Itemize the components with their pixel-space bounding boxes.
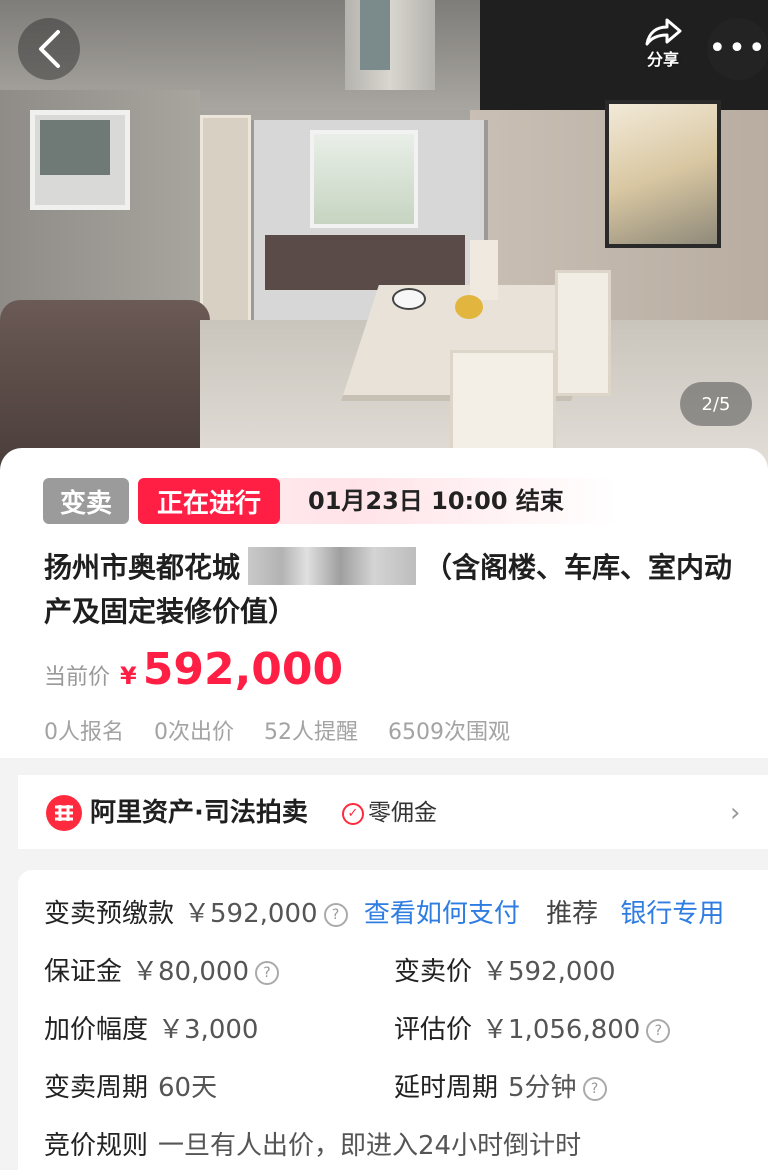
chevron-right-icon: › — [730, 798, 741, 828]
auction-info-card: 变卖 正在进行 01月23日 10:00 结束 扬州市奥都花城 （含阁楼、车库、室… — [0, 448, 768, 758]
rule-label: 竞价规则 — [44, 1131, 149, 1161]
how-to-pay-link[interactable]: 查看如何支付 — [364, 899, 520, 929]
more-button[interactable]: ••• — [707, 18, 768, 80]
photo-beam-inlay — [360, 0, 390, 70]
stat-bids: 0次出价 — [154, 720, 234, 745]
sale-price-row: 变卖价 ￥592,000 — [394, 952, 616, 992]
image-page-indicator: 2/5 — [680, 382, 752, 426]
photo-painting-left-inner — [40, 120, 110, 175]
deposit-label: 保证金 — [44, 957, 123, 987]
help-icon[interactable]: ? — [323, 903, 348, 927]
auction-end-time: 01月23日 10:00 结束 — [308, 487, 564, 515]
sale-price-label: 变卖价 — [394, 957, 473, 987]
period-row: 变卖周期 60天 — [44, 1068, 217, 1108]
photo-counter — [265, 235, 465, 290]
currency-symbol: ¥ — [120, 662, 137, 690]
platform-bar[interactable]: 阿里资产·司法拍卖 ✓ 零佣金 › — [18, 775, 768, 849]
help-icon[interactable]: ? — [646, 1019, 671, 1043]
chevron-left-icon — [39, 30, 60, 68]
help-icon[interactable]: ? — [255, 961, 279, 985]
prepay-label: 变卖预缴款 — [44, 899, 175, 929]
status-row: 变卖 正在进行 01月23日 10:00 结束 — [0, 478, 768, 524]
zero-commission-badge: 零佣金 — [368, 800, 437, 826]
rule-row: 竞价规则 一旦有人出价，即进入24小时倒计时 — [44, 1126, 581, 1166]
increment-row: 加价幅度 ￥3,000 — [44, 1010, 258, 1050]
period-label: 变卖周期 — [44, 1073, 149, 1103]
delay-label: 延时周期 — [394, 1073, 499, 1103]
share-button[interactable]: 分享 — [632, 18, 694, 80]
ali-assets-logo-icon — [46, 795, 82, 831]
photo-sofa — [0, 300, 210, 470]
photo-chair — [470, 240, 498, 300]
current-price-row: 当前价 ¥ 592,000 — [44, 644, 343, 700]
auction-details: 变卖预缴款 ￥592,000? 查看如何支付 推荐 银行专用 保证金 ￥80,000… — [18, 870, 768, 1170]
appraisal-row: 评估价 ￥1,056,800? — [394, 1010, 671, 1050]
redacted-address — [248, 547, 417, 585]
appraisal-value: ￥1,056,800 — [482, 1015, 641, 1045]
appraisal-label: 评估价 — [394, 1015, 473, 1045]
sale-price-value: ￥592,000 — [482, 957, 616, 987]
delay-row: 延时周期 5分钟? — [394, 1068, 607, 1108]
deposit-value: ￥80,000 — [132, 957, 249, 987]
listing-photo[interactable]: 分享 ••• 2/5 — [0, 0, 768, 470]
photo-fruit — [455, 295, 483, 319]
help-icon[interactable]: ? — [582, 1077, 607, 1101]
more-icon: ••• — [708, 31, 768, 66]
auction-status-tag: 正在进行 — [138, 478, 280, 524]
photo-plate — [392, 288, 426, 310]
delay-value: 5分钟 — [508, 1073, 577, 1103]
bank-loan-link[interactable]: 银行专用 — [620, 899, 724, 929]
back-button[interactable] — [18, 18, 80, 80]
prepay-row: 变卖预缴款 ￥592,000? 查看如何支付 推荐 银行专用 — [44, 894, 724, 934]
current-price-label: 当前价 — [44, 665, 111, 690]
prepay-value: ￥592,000 — [184, 899, 318, 929]
deposit-row: 保证金 ￥80,000? — [44, 952, 279, 992]
share-label: 分享 — [646, 50, 679, 69]
stat-reminders: 52人提醒 — [264, 720, 358, 745]
stat-registrations: 0人报名 — [44, 720, 124, 745]
rule-value: 一旦有人出价，即进入24小时倒计时 — [158, 1131, 582, 1161]
platform-name: 阿里资产·司法拍卖 — [90, 798, 308, 828]
increment-label: 加价幅度 — [44, 1015, 149, 1045]
check-circle-icon: ✓ — [342, 803, 364, 825]
auction-type-tag: 变卖 — [43, 478, 129, 524]
auction-stats: 0人报名 0次出价 52人提醒 6509次围观 — [44, 714, 540, 746]
share-icon — [645, 18, 682, 46]
photo-painting-right — [605, 100, 721, 248]
recommend-label: 推荐 — [546, 899, 599, 929]
increment-value: ￥3,000 — [158, 1015, 259, 1045]
listing-title-part1: 扬州市奥都花城 — [44, 551, 241, 584]
photo-chair — [555, 270, 611, 396]
stat-views: 6509次围观 — [388, 720, 510, 745]
photo-window — [310, 130, 418, 228]
current-price-value: 592,000 — [142, 644, 344, 695]
period-value: 60天 — [158, 1073, 218, 1103]
listing-title: 扬州市奥都花城 （含阁楼、车库、室内动产及固定装修价值） — [44, 546, 744, 634]
photo-beam — [345, 0, 435, 90]
